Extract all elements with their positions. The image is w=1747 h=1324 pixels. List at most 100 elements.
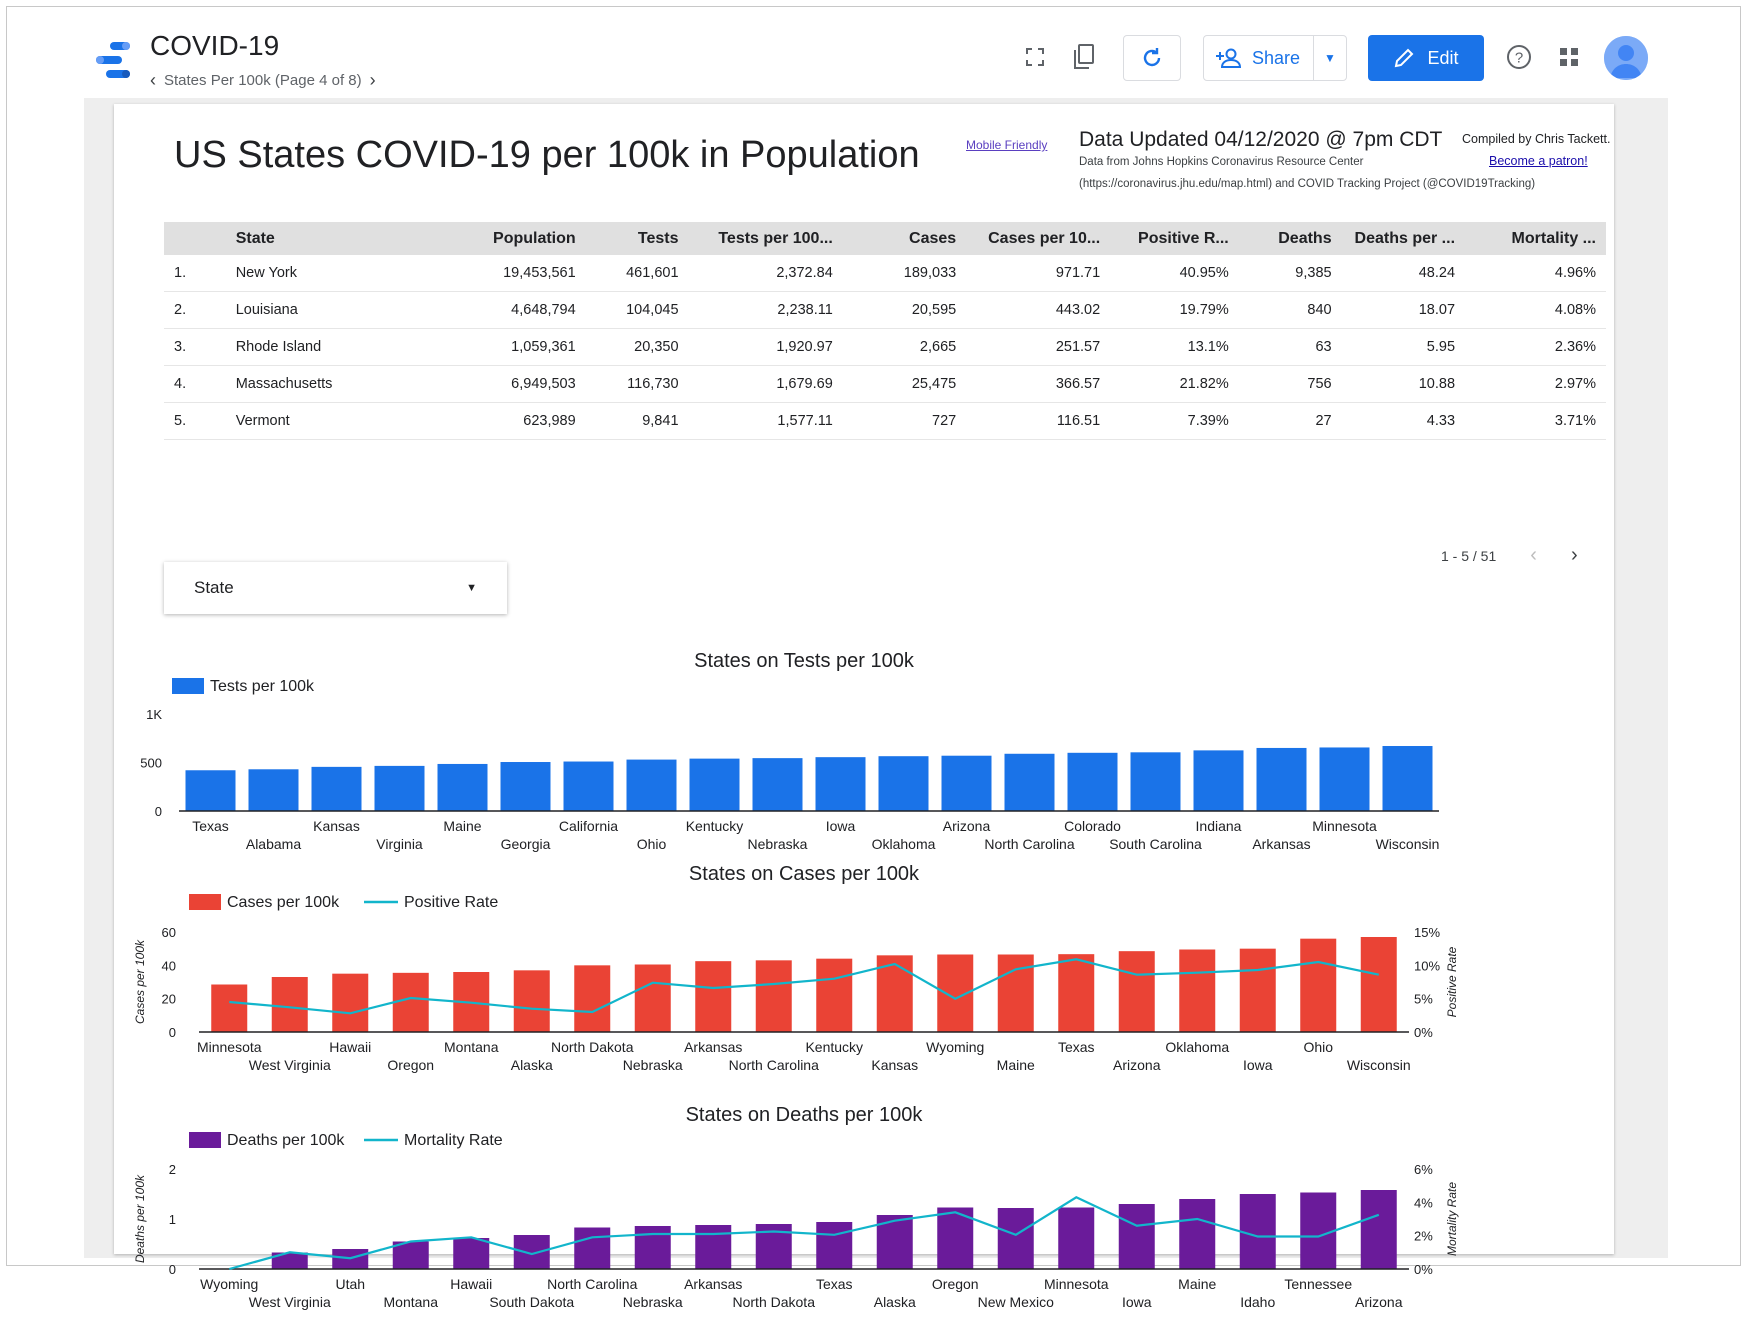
page-nav-label[interactable]: States Per 100k (Page 4 of 8)	[164, 72, 362, 89]
table-cell: 1,679.69	[688, 365, 843, 403]
y-tick-label: 1	[169, 1212, 176, 1227]
page-navigator: ‹ States Per 100k (Page 4 of 8) ›	[150, 70, 376, 91]
edit-button[interactable]: Edit	[1368, 35, 1484, 81]
chart-bar	[1179, 949, 1216, 1032]
share-button[interactable]: Share ▼	[1203, 35, 1347, 81]
table-cell: 4.08%	[1465, 291, 1606, 329]
legend-swatch-bars	[189, 894, 221, 910]
table-cell: 4,648,794	[421, 291, 586, 329]
y-axis-title: Cases per 100k	[133, 939, 147, 1024]
table-header[interactable]: Tests	[585, 222, 689, 255]
x-tick-label: Wisconsin	[1376, 836, 1440, 852]
chart-bar	[626, 759, 677, 811]
table-row[interactable]: 5. Vermont 623,989 9,841 1,577.11 727 11…	[164, 402, 1606, 440]
table-header-rank	[164, 222, 226, 255]
chart-bar	[392, 972, 429, 1032]
table-cell: 19.79%	[1110, 291, 1239, 329]
table-cell: 461,601	[585, 255, 689, 292]
refresh-button[interactable]	[1123, 35, 1181, 81]
table-header[interactable]: Deaths per ...	[1341, 222, 1466, 255]
table-cell: 971.71	[966, 255, 1111, 292]
chart-bar	[755, 960, 792, 1032]
chart-bar	[1239, 1194, 1276, 1269]
table-cell: 18.07	[1341, 291, 1466, 329]
table-row[interactable]: 4. Massachusetts 6,949,503 116,730 1,679…	[164, 365, 1606, 403]
apps-grid-icon[interactable]	[1554, 42, 1584, 72]
table-cell: 4.	[164, 365, 226, 403]
chart-bar	[513, 970, 550, 1032]
data-studio-logo-icon[interactable]	[96, 40, 132, 80]
chart-bar	[695, 961, 732, 1032]
chart-bar	[634, 1226, 671, 1269]
user-avatar[interactable]	[1604, 36, 1648, 80]
table-header[interactable]: Cases	[842, 222, 967, 255]
table-cell: 20,350	[585, 328, 689, 366]
become-patron-link[interactable]: Become a patron!	[1489, 154, 1588, 168]
chart-bar	[997, 1208, 1034, 1269]
table-cell: 7.39%	[1110, 402, 1239, 440]
y-tick-label: 40	[162, 958, 176, 973]
pager-prev-icon[interactable]: ‹	[1530, 544, 1537, 567]
table-header-row: State Population Tests Tests per 100... …	[164, 222, 1606, 255]
share-main[interactable]: Share	[1204, 36, 1314, 80]
x-tick-label: Idaho	[1240, 1294, 1275, 1310]
y-tick-label: 20	[162, 992, 176, 1007]
share-dropdown-icon[interactable]: ▼	[1314, 51, 1346, 65]
chart-title: States on Tests per 100k	[694, 650, 915, 672]
app-header: COVID-19 ‹ States Per 100k (Page 4 of 8)…	[0, 0, 1747, 100]
table-cell: Massachusetts	[225, 365, 422, 403]
pager-next-icon[interactable]: ›	[1571, 544, 1578, 567]
chart-title: States on Cases per 100k	[689, 863, 920, 885]
legend-label: Deaths per 100k	[227, 1132, 345, 1149]
table-cell: 9,841	[585, 402, 689, 440]
x-tick-label: Nebraska	[623, 1294, 683, 1310]
table-cell: 840	[1238, 291, 1342, 329]
x-tick-label: North Dakota	[733, 1294, 816, 1310]
table-cell: 13.1%	[1110, 328, 1239, 366]
table-cell: 104,045	[585, 291, 689, 329]
table-cell: 25,475	[842, 365, 967, 403]
table-header[interactable]: Tests per 100...	[688, 222, 843, 255]
table-cell: 1,059,361	[421, 328, 586, 366]
chart-bar	[1067, 752, 1118, 811]
x-tick-label: North Carolina	[729, 1057, 819, 1073]
y2-tick-label: 0%	[1414, 1262, 1433, 1277]
table-header[interactable]: Population	[421, 222, 586, 255]
table-header[interactable]: Positive R...	[1110, 222, 1239, 255]
data-updated-text: Data Updated 04/12/2020 @ 7pm CDT	[1079, 128, 1443, 151]
y2-tick-label: 5%	[1414, 992, 1433, 1007]
state-filter-dropdown[interactable]: State ▼	[164, 562, 507, 614]
table-header[interactable]: State	[225, 222, 422, 255]
x-tick-label: Minnesota	[197, 1039, 262, 1055]
chart-bar	[1118, 951, 1155, 1032]
x-tick-label: Arkansas	[684, 1039, 742, 1055]
x-tick-label: Ohio	[1303, 1039, 1333, 1055]
mobile-friendly-link[interactable]: Mobile Friendly	[966, 138, 1047, 152]
report-title: US States COVID-19 per 100k in Populatio…	[174, 134, 920, 176]
legend-label: Positive Rate	[404, 894, 498, 911]
previous-page-icon[interactable]: ‹	[150, 70, 156, 91]
table-row[interactable]: 3. Rhode Island 1,059,361 20,350 1,920.9…	[164, 328, 1606, 366]
add-person-icon	[1216, 48, 1242, 68]
table-header[interactable]: Cases per 10...	[966, 222, 1111, 255]
x-tick-label: Oregon	[387, 1057, 434, 1073]
copy-report-icon[interactable]	[1069, 42, 1099, 72]
x-tick-label: Utah	[335, 1276, 365, 1292]
chart-bar	[1179, 1199, 1216, 1269]
table-row[interactable]: 2. Louisiana 4,648,794 104,045 2,238.11 …	[164, 291, 1606, 329]
table-cell: 48.24	[1341, 255, 1466, 292]
table-header[interactable]: Mortality ...	[1465, 222, 1606, 255]
y2-tick-label: 4%	[1414, 1195, 1433, 1210]
table-row[interactable]: 1. New York 19,453,561 461,601 2,372.84 …	[164, 255, 1606, 292]
fullscreen-icon[interactable]	[1020, 42, 1050, 72]
help-icon[interactable]: ?	[1504, 42, 1534, 72]
x-tick-label: Wyoming	[926, 1039, 984, 1055]
chart-bar	[574, 965, 611, 1032]
table-cell: Vermont	[225, 402, 422, 440]
chart-bar	[816, 958, 853, 1032]
table-cell: Louisiana	[225, 291, 422, 329]
y-tick-label: 0	[169, 1025, 176, 1040]
y-tick-label: 60	[162, 925, 176, 940]
next-page-icon[interactable]: ›	[370, 70, 376, 91]
table-header[interactable]: Deaths	[1238, 222, 1342, 255]
